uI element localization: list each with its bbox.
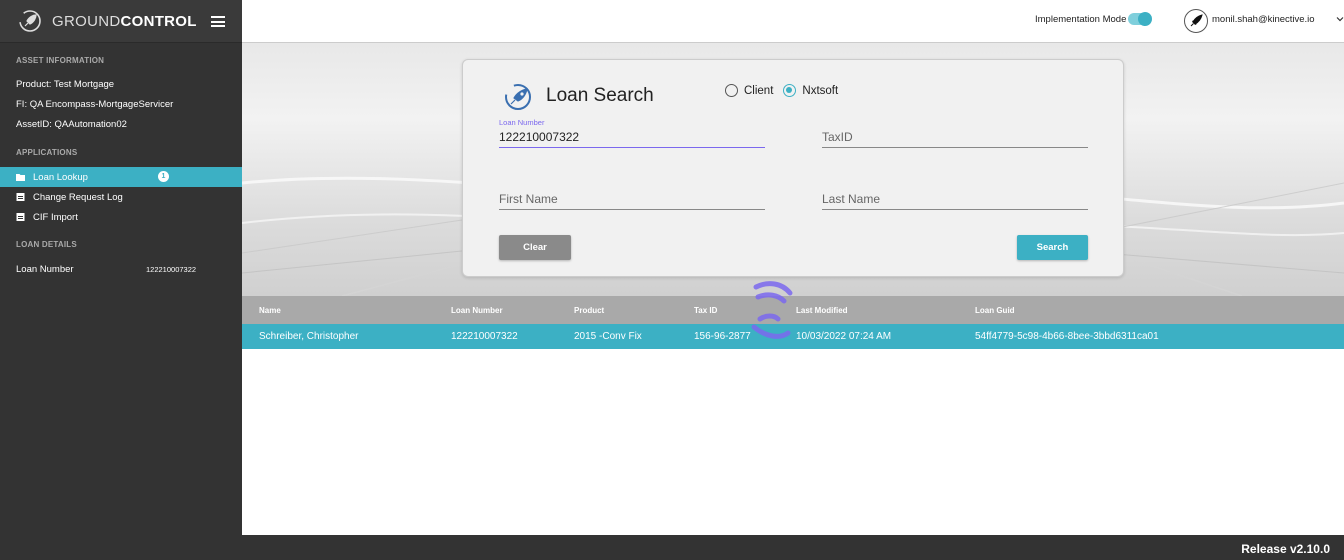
loan-details-label: Loan Number [16,264,74,275]
loan-details-value: 122210007322 [146,265,197,274]
sidebar-item-cif-import[interactable]: CIF Import [0,207,242,227]
radio-client[interactable] [725,84,738,97]
column-header-name[interactable]: Name [259,306,281,315]
clipboard-icon [16,213,25,221]
cell-product: 2015 -Conv Fix [574,331,642,342]
cell-loan-number: 122210007322 [451,331,518,342]
clipboard-icon [16,193,25,201]
top-header: Implementation Mode monil.shah@kinective… [242,0,1344,43]
search-source-radio-group: Client Nxtsoft [725,84,848,97]
implementation-mode-toggle[interactable] [1128,12,1152,26]
folder-icon [16,174,25,181]
cell-loan-guid: 54ff4779-5c98-4b66-8bee-3bbd6311ca01 [975,331,1159,342]
card-title: Loan Search [546,85,654,106]
footer: Release v2.10.0 [242,535,1344,560]
radio-nxtsoft-label: Nxtsoft [802,84,839,97]
loan-number-input[interactable] [499,126,765,148]
column-header-product[interactable]: Product [574,306,604,315]
release-version: Release v2.10.0 [1241,542,1330,556]
first-name-input[interactable] [499,188,765,210]
tax-id-input[interactable] [822,126,1088,148]
clear-button[interactable]: Clear [499,235,571,260]
sidebar-item-label: Loan Lookup [33,171,88,183]
asset-product: Product: Test Mortgage [16,79,115,90]
sidebar-item-label: Change Request Log [33,191,123,203]
column-header-loan-guid[interactable]: Loan Guid [975,306,1015,315]
first-name-field [499,180,765,212]
notification-badge: 1 [158,171,169,182]
rocket-logo-icon [19,10,41,32]
cell-last-modified: 10/03/2022 07:24 AM [796,331,892,342]
user-email[interactable]: monil.shah@kinective.io [1212,14,1315,25]
radio-nxtsoft[interactable] [783,84,797,97]
chevron-down-icon[interactable] [1336,15,1344,23]
radio-client-label: Client [744,84,774,97]
sidebar-item-change-request-log[interactable]: Change Request Log [0,187,242,207]
loan-number-field: Loan Number [499,118,765,150]
asset-fi: FI: QA Encompass-MortgageServicer [16,99,174,110]
loading-spinner-icon [751,281,793,339]
column-header-loan-number[interactable]: Loan Number [451,306,503,315]
rocket-icon [1190,14,1203,27]
sidebar-item-loan-lookup[interactable]: Loan Lookup 1 [0,167,242,187]
rocket-icon [505,84,531,110]
cell-name: Schreiber, Christopher [259,331,359,342]
applications-heading: APPLICATIONS [16,148,78,157]
last-name-input[interactable] [822,188,1088,210]
last-name-field [822,180,1088,212]
brand-name: GROUNDCONTROL [52,12,197,30]
sidebar-item-label: CIF Import [33,211,78,223]
asset-id: AssetID: QAAutomation02 [16,119,127,130]
menu-icon[interactable] [211,16,225,27]
column-header-tax-id[interactable]: Tax ID [694,306,717,315]
cell-tax-id: 156-96-2877 [694,331,751,342]
column-header-last-modified[interactable]: Last Modified [796,306,848,315]
tax-id-field [822,118,1088,150]
implementation-mode-label: Implementation Mode [1035,14,1127,25]
search-button[interactable]: Search [1017,235,1088,260]
sidebar: GROUNDCONTROL ASSET INFORMATION Product:… [0,0,242,560]
asset-information-heading: ASSET INFORMATION [16,56,105,65]
loan-details-heading: LOAN DETAILS [16,240,77,249]
loan-search-card: Loan Search Client Nxtsoft Loan Number C… [462,59,1124,277]
avatar[interactable] [1184,9,1208,33]
brand-bar: GROUNDCONTROL [0,0,242,43]
